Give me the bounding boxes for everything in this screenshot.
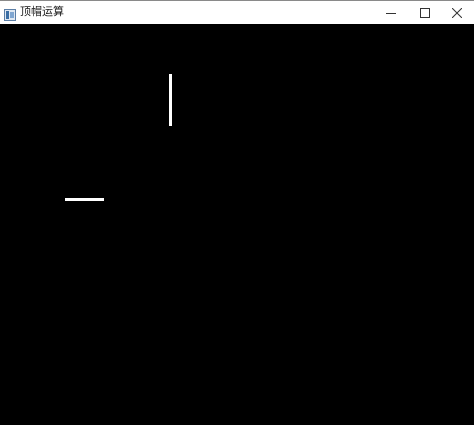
close-icon bbox=[451, 3, 463, 22]
title-bar[interactable]: 顶帽运算 bbox=[0, 0, 474, 24]
maximize-icon bbox=[420, 3, 430, 22]
minimize-button[interactable] bbox=[374, 1, 408, 24]
app-window: 顶帽运算 bbox=[0, 0, 474, 425]
window-title: 顶帽运算 bbox=[20, 5, 64, 18]
horizontal-line-segment bbox=[65, 198, 104, 201]
window-app-icon bbox=[4, 6, 16, 21]
image-canvas bbox=[0, 24, 474, 425]
vertical-line-segment bbox=[169, 74, 172, 126]
maximize-button[interactable] bbox=[408, 1, 442, 24]
close-button[interactable] bbox=[440, 1, 474, 24]
minimize-icon bbox=[386, 3, 396, 22]
